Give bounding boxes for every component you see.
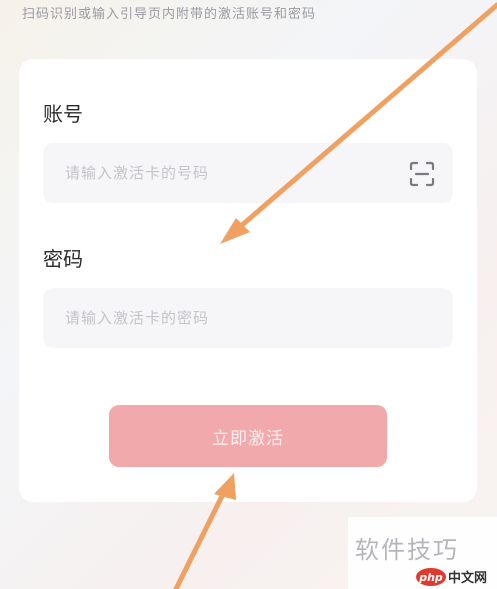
site-name: 中文网 — [448, 571, 488, 586]
instruction-text: 扫码识别或输入引导页内附带的激活账号和密码 — [22, 7, 317, 22]
password-input[interactable] — [43, 288, 453, 348]
arrow-bottom-annotation — [173, 485, 229, 589]
watermark-text: 软件技巧 — [355, 536, 459, 564]
scan-icon[interactable] — [409, 161, 435, 187]
account-input[interactable] — [43, 143, 453, 203]
activate-button[interactable]: 立即激活 — [109, 405, 387, 467]
php-logo: php — [416, 568, 446, 586]
account-input-container — [43, 143, 453, 203]
account-label: 账号 — [43, 102, 83, 126]
password-input-container — [43, 288, 453, 348]
password-label: 密码 — [43, 247, 83, 271]
